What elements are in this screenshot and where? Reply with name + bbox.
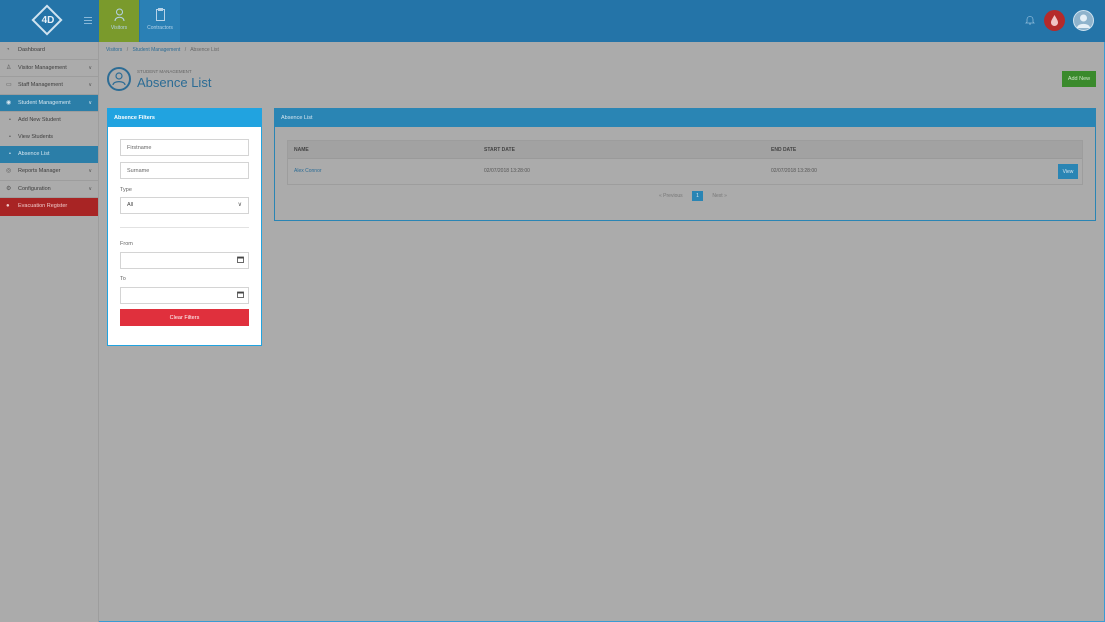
sidebar-item-configuration[interactable]: ⚙ Configuration ∨ <box>0 181 98 198</box>
calendar-icon[interactable] <box>237 291 244 302</box>
absence-table: NAME START DATE END DATE Alex Connor 02/… <box>287 140 1083 185</box>
type-label: Type <box>120 187 132 193</box>
clear-filters-button[interactable]: Clear Filters <box>120 309 249 326</box>
breadcrumb-link-visitors[interactable]: Visitors <box>106 47 122 53</box>
top-bar: 4D Visitors Contractors <box>0 0 1105 42</box>
chevron-down-icon: ∨ <box>88 64 92 71</box>
sidebar-item-student-management[interactable]: ◉ Student Management ∨ <box>0 94 98 112</box>
student-name-link[interactable]: Alex Connor <box>294 159 322 184</box>
bell-icon[interactable] <box>1025 15 1035 25</box>
breadcrumb-separator: / <box>184 47 187 53</box>
breadcrumb: Visitors / Student Management / Absence … <box>106 47 219 53</box>
dashboard-icon: ◔ <box>6 47 10 53</box>
tab-visitors-label: Visitors <box>110 25 128 31</box>
breadcrumb-separator: / <box>126 47 129 53</box>
sidebar-item-staff-management[interactable]: ▭ Staff Management ∨ <box>0 77 98 95</box>
sidebar-item-label: Student Management <box>18 99 71 106</box>
firstname-input[interactable] <box>120 139 249 156</box>
start-date-cell: 02/07/2018 13:28:00 <box>484 168 530 174</box>
calendar-icon[interactable] <box>237 256 244 267</box>
chevron-down-icon: ∨ <box>88 185 92 192</box>
sidebar-subitem-add-new-student[interactable]: Add New Student <box>0 112 98 129</box>
logo-text: 4D <box>41 15 55 26</box>
breadcrumb-current: Absence List <box>190 47 219 53</box>
user-avatar[interactable] <box>1073 10 1094 31</box>
pagination-next-label: Next <box>712 193 723 199</box>
pagination-previous-label: Previous <box>663 193 683 199</box>
sidebar-subitem-absence-list[interactable]: Absence List <box>0 146 98 163</box>
person-icon <box>114 8 125 22</box>
sidebar-item-label: Visitor Management <box>18 64 67 71</box>
chevron-down-icon: ∨ <box>237 202 242 208</box>
flame-icon: ● <box>6 203 10 209</box>
to-date-input[interactable] <box>120 287 249 304</box>
sidebar-item-visitor-management[interactable]: ♙ Visitor Management ∨ <box>0 60 98 77</box>
tab-contractors-label: Contractors <box>147 25 173 31</box>
column-header-start-date[interactable]: START DATE <box>484 141 515 159</box>
student-icon: ◉ <box>6 99 12 106</box>
sidebar-item-label: Evacuation Register <box>18 203 68 209</box>
sidebar-subitem-view-students[interactable]: View Students <box>0 129 98 146</box>
person-icon: ♙ <box>6 64 12 71</box>
sidebar-item-label: Configuration <box>18 185 51 192</box>
end-date-cell: 02/07/2018 13:28:00 <box>771 168 817 174</box>
view-button[interactable]: View <box>1058 164 1078 179</box>
add-new-button[interactable]: Add New <box>1062 71 1096 87</box>
surname-input[interactable] <box>120 162 249 179</box>
sidebar-subitem-label: Absence List <box>18 151 50 157</box>
sidebar-subitem-label: View Students <box>18 134 54 140</box>
breadcrumb-link-student-management[interactable]: Student Management <box>132 47 180 53</box>
student-management-icon <box>107 67 131 91</box>
sidebar-item-label: Staff Management <box>18 82 63 88</box>
pagination-current-page[interactable]: 1 <box>692 191 704 201</box>
chevron-down-icon: ∨ <box>88 99 92 106</box>
page-subtitle: STUDENT MANAGEMENT <box>137 69 192 74</box>
sidebar-item-label: Dashboard <box>18 47 45 53</box>
from-label: From <box>120 241 133 247</box>
type-select-value: All <box>127 202 134 208</box>
sidebar-item-label: Reports Manager <box>18 168 61 174</box>
tab-contractors[interactable]: Contractors <box>140 0 180 42</box>
page-title: Absence List <box>137 75 212 90</box>
filters-divider <box>120 227 249 228</box>
pagination-next[interactable]: Next » <box>712 193 726 199</box>
pagination: « Previous 1 Next » <box>655 191 731 201</box>
filters-panel-title: Absence Filters <box>108 109 261 127</box>
column-header-name[interactable]: NAME <box>294 141 309 159</box>
tab-visitors[interactable]: Visitors <box>99 0 139 42</box>
sidebar-item-reports-manager[interactable]: ◎ Reports Manager ∨ <box>0 163 98 181</box>
column-header-end-date[interactable]: END DATE <box>771 141 796 159</box>
type-select[interactable]: All ∨ <box>120 197 249 214</box>
sidebar: ◔ Dashboard ♙ Visitor Management ∨ ▭ Sta… <box>0 42 99 622</box>
chevron-down-icon: ∨ <box>88 168 92 174</box>
sidebar-item-evacuation-register[interactable]: ● Evacuation Register <box>0 198 98 216</box>
clipboard-icon <box>155 8 166 22</box>
evacuation-alert-button[interactable] <box>1044 10 1065 31</box>
chevron-down-icon: ∨ <box>88 82 92 88</box>
absence-list-panel: Absence List NAME START DATE END DATE Al… <box>274 108 1096 221</box>
sidebar-item-dashboard[interactable]: ◔ Dashboard <box>0 42 98 60</box>
list-panel-title: Absence List <box>275 109 1095 127</box>
gear-icon: ⚙ <box>6 185 12 192</box>
absence-filters-panel: Absence Filters Type All ∨ From To Clear… <box>107 108 262 346</box>
pagination-previous[interactable]: « Previous <box>659 193 683 199</box>
table-header: NAME START DATE END DATE <box>288 141 1082 159</box>
hamburger-menu-icon[interactable] <box>84 17 92 24</box>
sidebar-subitem-label: Add New Student <box>18 117 61 123</box>
staff-icon: ▭ <box>6 82 12 88</box>
from-date-input[interactable] <box>120 252 249 269</box>
to-label: To <box>120 276 126 282</box>
reports-icon: ◎ <box>6 168 12 174</box>
